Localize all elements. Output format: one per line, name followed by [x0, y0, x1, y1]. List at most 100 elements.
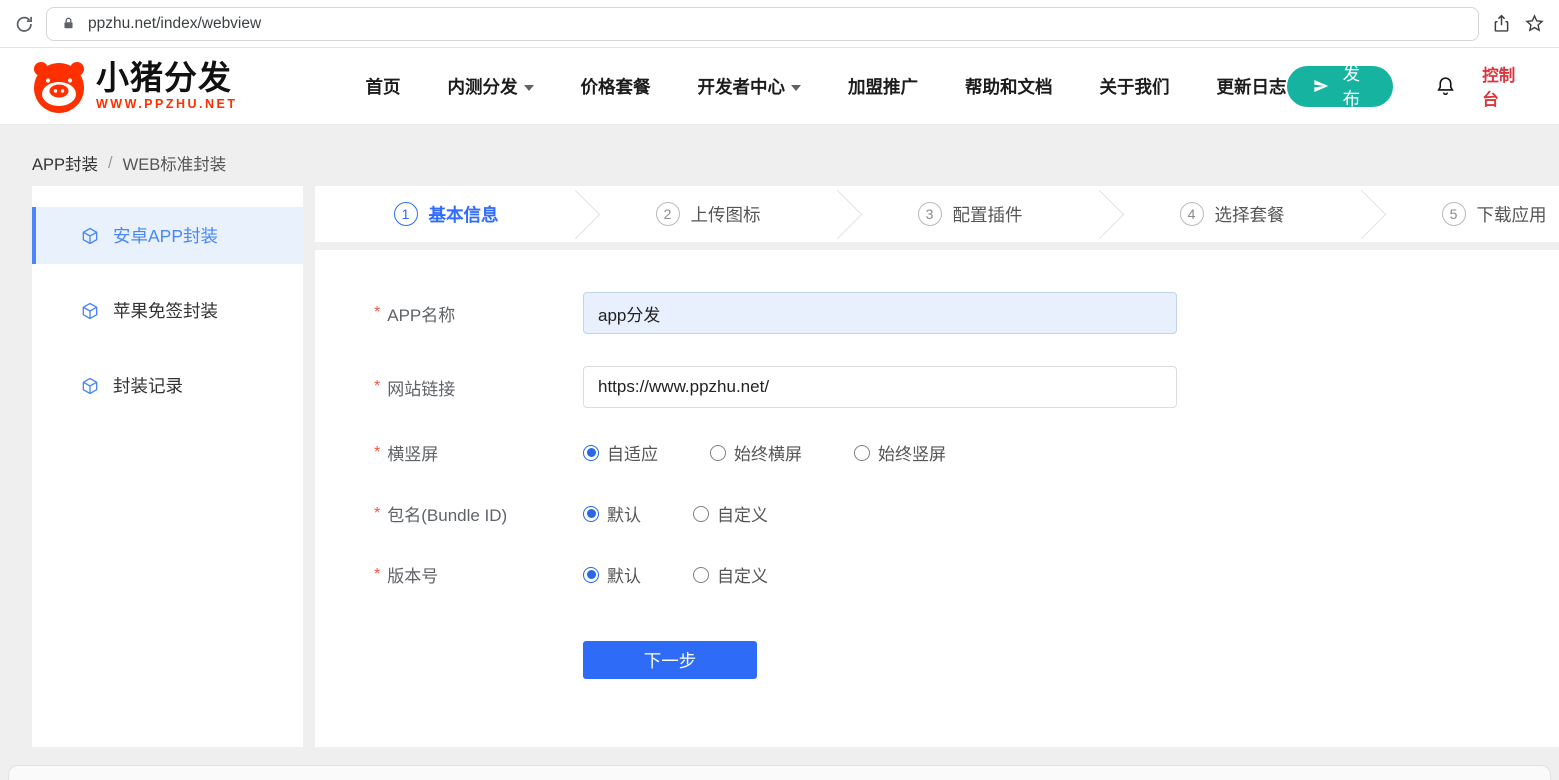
nav-item-changelog[interactable]: 更新日志: [1217, 74, 1287, 99]
form-row-site-url: * 网站链接: [374, 366, 1559, 408]
radio-label: 默认: [607, 501, 641, 526]
console-link[interactable]: 控制台: [1482, 62, 1529, 110]
field-label: * 版本号: [374, 562, 583, 587]
breadcrumb-app-package[interactable]: APP封装: [32, 151, 98, 175]
step-number: 2: [656, 202, 680, 226]
nav-item-label: 首页: [366, 74, 401, 99]
step-upload-icon[interactable]: 2 上传图标: [597, 202, 819, 227]
nav-item-home[interactable]: 首页: [366, 74, 401, 99]
app-name-input[interactable]: [583, 292, 1177, 334]
nav-item-about-us[interactable]: 关于我们: [1100, 74, 1170, 99]
chevron-down-icon: [791, 85, 801, 91]
radio-checked-icon: [583, 567, 599, 583]
logo-title: 小猪分发: [96, 61, 238, 96]
site-logo[interactable]: 小猪分发 WWW.PPZHU.NET: [30, 57, 238, 115]
step-label: 上传图标: [691, 202, 761, 227]
cube-icon: [80, 226, 100, 246]
share-icon[interactable]: [1491, 13, 1512, 34]
form-row-bundle-id: * 包名(Bundle ID) 默认 自定义: [374, 501, 1559, 526]
sidebar-item-android-package[interactable]: 安卓APP封装: [32, 207, 303, 264]
header-actions: 发布 控制台: [1287, 62, 1529, 110]
nav-item-label: 开发者中心: [698, 74, 786, 99]
radio-unchecked-icon: [693, 567, 709, 583]
publish-button[interactable]: 发布: [1287, 66, 1394, 107]
footer-card: [8, 765, 1551, 780]
field-label: * APP名称: [374, 301, 583, 326]
logo-subtitle: WWW.PPZHU.NET: [96, 98, 238, 111]
form-row-version: * 版本号 默认 自定义: [374, 562, 1559, 587]
required-mark: *: [374, 505, 380, 523]
step-chevron-separator: [557, 186, 597, 242]
nav-item-beta-distribution[interactable]: 内测分发: [448, 74, 534, 99]
radio-checked-icon: [583, 506, 599, 522]
main-nav: 首页 内测分发 价格套餐 开发者中心 加盟推广 帮助和文档 关于我们 更新日志: [366, 74, 1287, 99]
form-row-orientation: * 横竖屏 自适应 始终横屏 始终竖屏: [374, 440, 1559, 465]
radio-label: 自定义: [717, 501, 768, 526]
app-name-label: APP名称: [387, 301, 455, 326]
publish-button-label: 发布: [1336, 61, 1368, 111]
radio-version-default[interactable]: 默认: [583, 562, 641, 587]
main-content: 1 基本信息 2 上传图标 3 配置插件 4 选择套餐 5 下载应用 * APP…: [315, 186, 1559, 747]
lock-icon: [61, 15, 76, 32]
notification-bell-icon[interactable]: [1435, 75, 1456, 97]
nav-item-help-docs[interactable]: 帮助和文档: [965, 74, 1053, 99]
form-actions: 下一步: [583, 641, 1559, 679]
field-label: * 网站链接: [374, 375, 583, 400]
step-download-app[interactable]: 5 下载应用: [1383, 202, 1559, 227]
bundle-id-radio-group: 默认 自定义: [583, 501, 768, 526]
orientation-label: 横竖屏: [387, 440, 438, 465]
sidebar-item-label: 安卓APP封装: [113, 223, 218, 248]
step-label: 下载应用: [1477, 202, 1547, 227]
step-number: 1: [394, 202, 418, 226]
browser-chrome: ppzhu.net/index/webview: [0, 0, 1559, 48]
radio-bundle-custom[interactable]: 自定义: [693, 501, 768, 526]
site-url-input[interactable]: [583, 366, 1177, 408]
breadcrumb-separator: /: [108, 154, 113, 173]
radio-orientation-auto[interactable]: 自适应: [583, 440, 658, 465]
nav-item-affiliate[interactable]: 加盟推广: [848, 74, 918, 99]
basic-info-form: * APP名称 * 网站链接 * 横竖屏 自适应: [315, 250, 1559, 747]
radio-unchecked-icon: [854, 445, 870, 461]
step-choose-plan[interactable]: 4 选择套餐: [1121, 202, 1343, 227]
sidebar-item-ios-package[interactable]: 苹果免签封装: [32, 282, 303, 339]
radio-checked-icon: [583, 445, 599, 461]
field-label: * 横竖屏: [374, 440, 583, 465]
step-label: 基本信息: [429, 202, 499, 227]
radio-version-custom[interactable]: 自定义: [693, 562, 768, 587]
nav-item-label: 内测分发: [448, 74, 518, 99]
breadcrumb-web-standard: WEB标准封装: [123, 151, 227, 175]
pig-logo-icon: [30, 57, 88, 115]
required-mark: *: [374, 566, 380, 584]
required-mark: *: [374, 378, 380, 396]
radio-orientation-portrait[interactable]: 始终竖屏: [854, 440, 946, 465]
required-mark: *: [374, 304, 380, 322]
paper-plane-icon: [1313, 78, 1329, 94]
radio-bundle-default[interactable]: 默认: [583, 501, 641, 526]
nav-item-developer-center[interactable]: 开发者中心: [698, 74, 802, 99]
reload-icon[interactable]: [14, 14, 34, 34]
next-step-button[interactable]: 下一步: [583, 641, 757, 679]
nav-item-pricing[interactable]: 价格套餐: [581, 74, 651, 99]
radio-orientation-landscape[interactable]: 始终横屏: [710, 440, 802, 465]
field-label: * 包名(Bundle ID): [374, 501, 583, 526]
address-bar[interactable]: ppzhu.net/index/webview: [46, 7, 1479, 41]
step-configure-plugins[interactable]: 3 配置插件: [859, 202, 1081, 227]
step-label: 选择套餐: [1215, 202, 1285, 227]
radio-unchecked-icon: [693, 506, 709, 522]
radio-label: 自定义: [717, 562, 768, 587]
site-url-label: 网站链接: [387, 375, 455, 400]
radio-label: 默认: [607, 562, 641, 587]
sidebar-item-label: 苹果免签封装: [113, 298, 218, 323]
step-chevron-separator: [1081, 186, 1121, 242]
nav-item-label: 关于我们: [1100, 74, 1170, 99]
radio-label: 始终横屏: [734, 440, 802, 465]
step-number: 4: [1180, 202, 1204, 226]
nav-item-label: 更新日志: [1217, 74, 1287, 99]
chevron-down-icon: [524, 85, 534, 91]
cube-icon: [80, 301, 100, 321]
bookmark-star-icon[interactable]: [1524, 13, 1545, 34]
required-mark: *: [374, 444, 380, 462]
sidebar-item-package-records[interactable]: 封装记录: [32, 357, 303, 414]
radio-unchecked-icon: [710, 445, 726, 461]
step-basic-info[interactable]: 1 基本信息: [335, 202, 557, 227]
